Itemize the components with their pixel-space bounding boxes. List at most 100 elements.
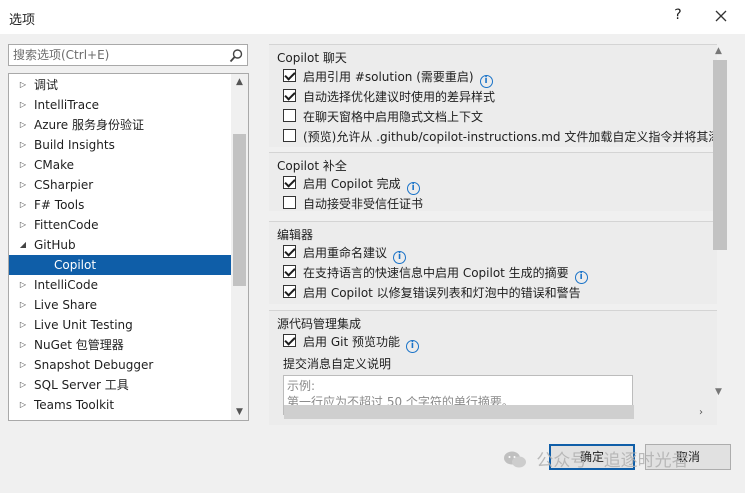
scroll-thumb[interactable] <box>713 60 727 250</box>
help-button[interactable]: ? <box>668 7 688 27</box>
expand-arrow-icon[interactable]: ▷ <box>18 155 28 175</box>
scroll-down-icon[interactable]: ▼ <box>231 404 248 420</box>
tree-item-build-insights[interactable]: ▷ Build Insights <box>9 135 231 155</box>
scroll-right-icon[interactable]: › <box>699 407 703 418</box>
tree-item-label: Copilot <box>54 258 97 272</box>
close-icon[interactable] <box>710 5 732 27</box>
expand-arrow-icon[interactable]: ▷ <box>18 395 28 415</box>
section-title: Copilot 聊天 <box>277 51 347 65</box>
tree-item-label: NuGet 包管理器 <box>34 338 124 352</box>
tree-item-debug[interactable]: ▷ 调试 <box>9 75 231 95</box>
watermark: 公众号 · 追逐时光者 <box>503 446 689 474</box>
tree-item-label: F# Tools <box>34 198 85 212</box>
option-label: 启用重命名建议 <box>303 246 388 260</box>
scroll-up-icon[interactable]: ▲ <box>715 46 722 56</box>
tree-item-live-unit-testing[interactable]: ▷ Live Unit Testing <box>9 315 231 335</box>
expand-arrow-icon[interactable]: ▷ <box>18 75 28 95</box>
scroll-up-icon[interactable]: ▲ <box>231 74 248 90</box>
checkbox[interactable] <box>283 176 296 189</box>
tree-item-cmake[interactable]: ▷ CMake <box>9 155 231 175</box>
tree-item-live-share[interactable]: ▷ Live Share <box>9 295 231 315</box>
collapse-arrow-icon[interactable]: ◢ <box>18 235 28 255</box>
option-label: 在聊天窗格中启用隐式文档上下文 <box>303 110 484 124</box>
checkbox[interactable] <box>283 196 296 209</box>
tree-item-label: IntelliTrace <box>34 98 100 112</box>
checkbox[interactable] <box>283 265 296 278</box>
tree-item-nuget[interactable]: ▷ NuGet 包管理器 <box>9 335 231 355</box>
expand-arrow-icon[interactable]: ▷ <box>18 175 28 195</box>
search-icon[interactable] <box>228 48 244 64</box>
expand-arrow-icon[interactable]: ▷ <box>18 375 28 395</box>
option-label: 自动选择优化建议时使用的差异样式 <box>303 90 496 104</box>
info-icon[interactable]: i <box>574 271 588 284</box>
expand-arrow-icon[interactable]: ▷ <box>18 315 28 335</box>
tree-item-intellicode[interactable]: ▷ IntelliCode <box>9 275 231 295</box>
info-icon[interactable]: i <box>479 75 493 88</box>
info-icon[interactable]: i <box>393 251 407 264</box>
scroll-thumb[interactable] <box>233 134 246 286</box>
section-copilot-completion: Copilot 补全 启用 Copilot 完成 i 自动接受非受信任证书 <box>269 152 717 211</box>
checkbox[interactable] <box>283 285 296 298</box>
tree-item-label: Teams Toolkit <box>34 398 115 412</box>
checkbox[interactable] <box>283 69 296 82</box>
tree-item-github[interactable]: ◢ GitHub <box>9 235 231 255</box>
tree-item-copilot[interactable]: Copilot <box>9 255 231 275</box>
tree-item-fsharp-tools[interactable]: ▷ F# Tools <box>9 195 231 215</box>
watermark-text: 公众号 · 追逐时光者 <box>536 451 689 471</box>
tree-item-label: Build Insights <box>34 138 115 152</box>
checkbox[interactable] <box>283 334 296 347</box>
tree-item-label: CSharpier <box>34 178 94 192</box>
window-title: 选项 <box>9 13 36 28</box>
options-tree[interactable]: ▷ 调试 ▷ IntelliTrace ▷ Azure 服务身份验证 ▷ Bui… <box>8 73 249 421</box>
search-box[interactable] <box>8 44 248 66</box>
tree-item-azure-auth[interactable]: ▷ Azure 服务身份验证 <box>9 115 231 135</box>
section-title: 源代码管理集成 <box>277 317 362 331</box>
expand-arrow-icon[interactable]: ▷ <box>18 135 28 155</box>
tree-item-csharpier[interactable]: ▷ CSharpier <box>9 175 231 195</box>
option-label: (预览)允许从 .github/copilot-instructions.md … <box>303 130 721 144</box>
expand-arrow-icon[interactable]: ▷ <box>18 195 28 215</box>
search-input[interactable] <box>13 47 223 63</box>
section-editor: 编辑器 启用重命名建议 i 在支持语言的快速信息中启用 Copilot 生成的摘要… <box>269 221 717 304</box>
horizontal-scroll-thumb[interactable] <box>284 405 634 419</box>
title-bar: 选项 ? <box>0 0 745 34</box>
tree-scrollbar[interactable]: ▲ ▼ <box>231 74 248 420</box>
info-icon[interactable]: i <box>405 340 419 353</box>
tree-item-label: Live Share <box>34 298 97 312</box>
tree-item-label: GitHub <box>34 238 76 252</box>
wechat-logo-icon <box>503 450 527 470</box>
checkbox[interactable] <box>283 245 296 258</box>
checkbox[interactable] <box>283 129 296 142</box>
tree-item-snapshot-debugger[interactable]: ▷ Snapshot Debugger <box>9 355 231 375</box>
expand-arrow-icon[interactable]: ▷ <box>18 355 28 375</box>
settings-panel: Copilot 聊天 启用引用 #solution (需要重启) i 自动选择优化… <box>269 40 732 425</box>
info-icon[interactable]: i <box>406 182 420 195</box>
checkbox[interactable] <box>283 109 296 122</box>
textarea-example-1: 示例: <box>287 379 316 393</box>
scroll-down-icon[interactable]: ▼ <box>715 387 722 397</box>
expand-arrow-icon[interactable]: ▷ <box>18 295 28 315</box>
option-label: 在支持语言的快速信息中启用 Copilot 生成的摘要 <box>303 266 569 280</box>
panel-scrollbar[interactable]: ▲ ▼ <box>711 40 730 410</box>
checkbox[interactable] <box>283 89 296 102</box>
tree-item-sql-server-tools[interactable]: ▷ SQL Server 工具 <box>9 375 231 395</box>
tree-item-intellitrace[interactable]: ▷ IntelliTrace <box>9 95 231 115</box>
expand-arrow-icon[interactable]: ▷ <box>18 115 28 135</box>
section-copilot-chat: Copilot 聊天 启用引用 #solution (需要重启) i 自动选择优化… <box>269 44 721 147</box>
tree-item-fittencode[interactable]: ▷ FittenCode <box>9 215 231 235</box>
tree-item-label: FittenCode <box>34 218 99 232</box>
expand-arrow-icon[interactable]: ▷ <box>18 95 28 115</box>
commit-instructions-label: 提交消息自定义说明 <box>283 357 392 371</box>
option-label: 启用 Copilot 完成 <box>303 177 401 191</box>
option-label: 启用 Git 预览功能 <box>303 335 400 349</box>
expand-arrow-icon[interactable]: ▷ <box>18 335 28 355</box>
tree-item-label: CMake <box>34 158 74 172</box>
tree-item-label: Azure 服务身份验证 <box>34 118 144 132</box>
tree-item-teams-toolkit[interactable]: ▷ Teams Toolkit <box>9 395 231 415</box>
option-label: 启用引用 #solution (需要重启) <box>303 70 474 84</box>
tree-item-label: SQL Server 工具 <box>34 378 129 392</box>
expand-arrow-icon[interactable]: ▷ <box>18 215 28 235</box>
option-label: 自动接受非受信任证书 <box>303 197 424 211</box>
tree-item-label: 调试 <box>34 78 59 92</box>
expand-arrow-icon[interactable]: ▷ <box>18 275 28 295</box>
